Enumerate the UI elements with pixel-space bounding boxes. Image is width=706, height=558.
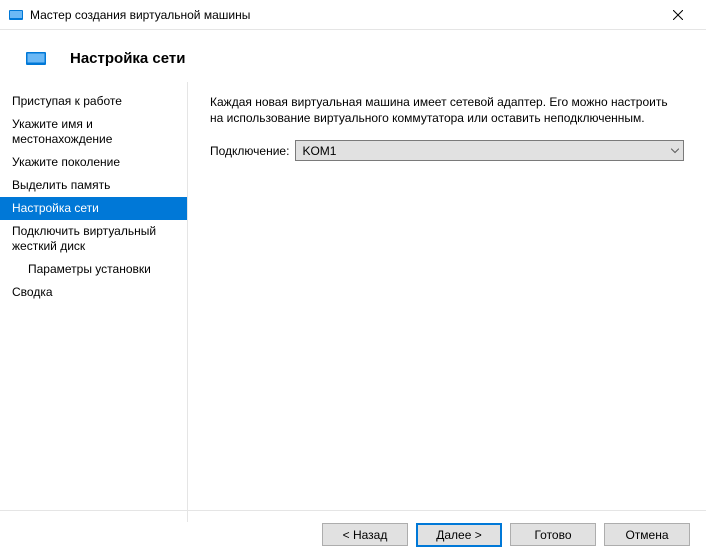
window-title: Мастер создания виртуальной машины bbox=[30, 8, 250, 22]
back-button[interactable]: < Назад bbox=[322, 523, 408, 546]
sidebar-item-summary[interactable]: Сводка bbox=[0, 281, 187, 304]
sidebar-item-getting-started[interactable]: Приступая к работе bbox=[0, 90, 187, 113]
connection-label: Подключение: bbox=[210, 144, 289, 158]
titlebar: Мастер создания виртуальной машины bbox=[0, 0, 706, 30]
connection-select[interactable]: KOM1 bbox=[295, 140, 684, 161]
sidebar-item-install-options[interactable]: Параметры установки bbox=[0, 258, 187, 281]
wizard-steps-sidebar: Приступая к работе Укажите имя и местона… bbox=[0, 82, 188, 522]
page-title: Настройка сети bbox=[70, 50, 185, 67]
description-text: Каждая новая виртуальная машина имеет се… bbox=[210, 94, 684, 126]
main-panel: Каждая новая виртуальная машина имеет се… bbox=[188, 82, 706, 522]
sidebar-item-name-location[interactable]: Укажите имя и местонахождение bbox=[0, 113, 187, 151]
vm-icon bbox=[26, 48, 46, 68]
cancel-button[interactable]: Отмена bbox=[604, 523, 690, 546]
sidebar-item-generation[interactable]: Укажите поколение bbox=[0, 151, 187, 174]
chevron-down-icon bbox=[671, 148, 679, 153]
finish-button[interactable]: Готово bbox=[510, 523, 596, 546]
app-icon bbox=[8, 7, 24, 23]
connection-value: KOM1 bbox=[302, 144, 336, 158]
page-header: Настройка сети bbox=[0, 30, 706, 82]
sidebar-item-virtual-disk[interactable]: Подключить виртуальный жесткий диск bbox=[0, 220, 187, 258]
sidebar-item-memory[interactable]: Выделить память bbox=[0, 174, 187, 197]
wizard-footer: < Назад Далее > Готово Отмена bbox=[0, 510, 706, 558]
next-button[interactable]: Далее > bbox=[416, 523, 502, 547]
sidebar-item-networking[interactable]: Настройка сети bbox=[0, 197, 187, 220]
close-button[interactable] bbox=[658, 0, 698, 30]
connection-row: Подключение: KOM1 bbox=[210, 140, 684, 161]
